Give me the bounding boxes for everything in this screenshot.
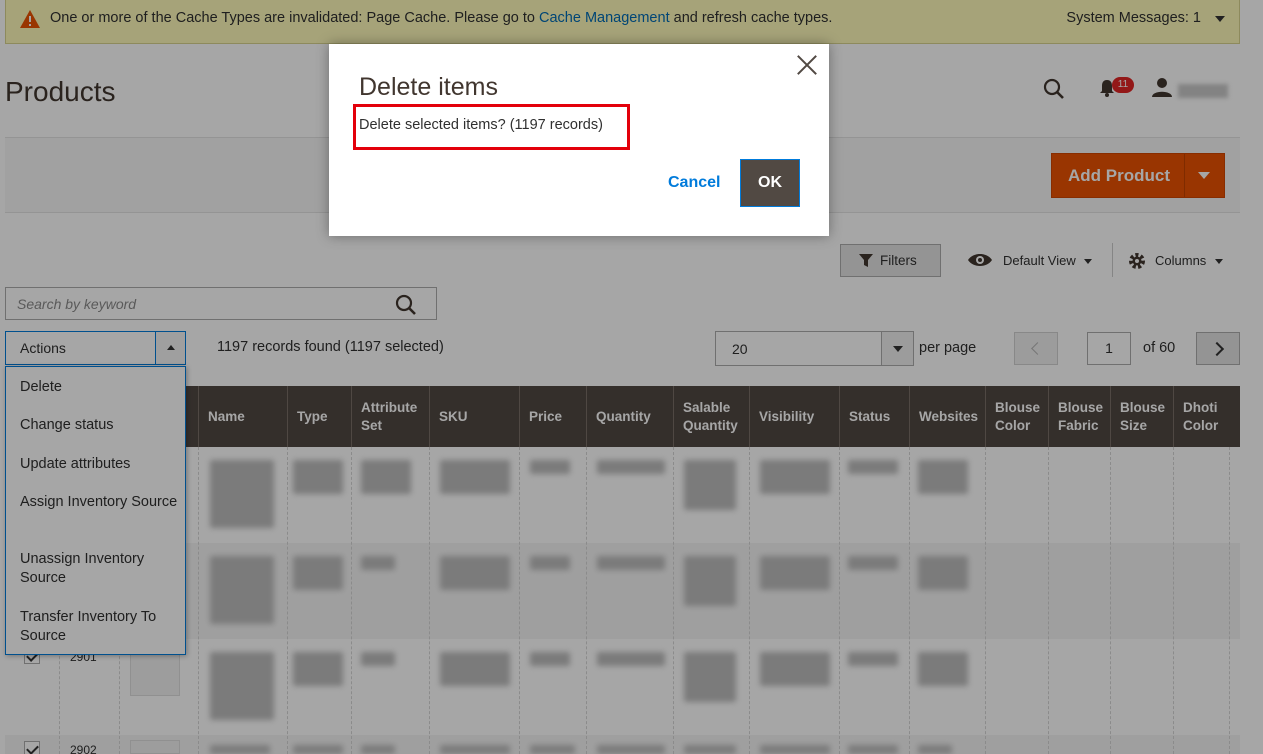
modal-title: Delete items	[359, 73, 498, 101]
close-icon[interactable]	[795, 52, 819, 76]
delete-items-modal: Delete items Delete selected items? (119…	[329, 44, 829, 236]
ok-button[interactable]: OK	[740, 159, 800, 207]
modal-message: Delete selected items? (1197 records)	[359, 117, 603, 133]
cancel-button[interactable]: Cancel	[668, 174, 720, 192]
